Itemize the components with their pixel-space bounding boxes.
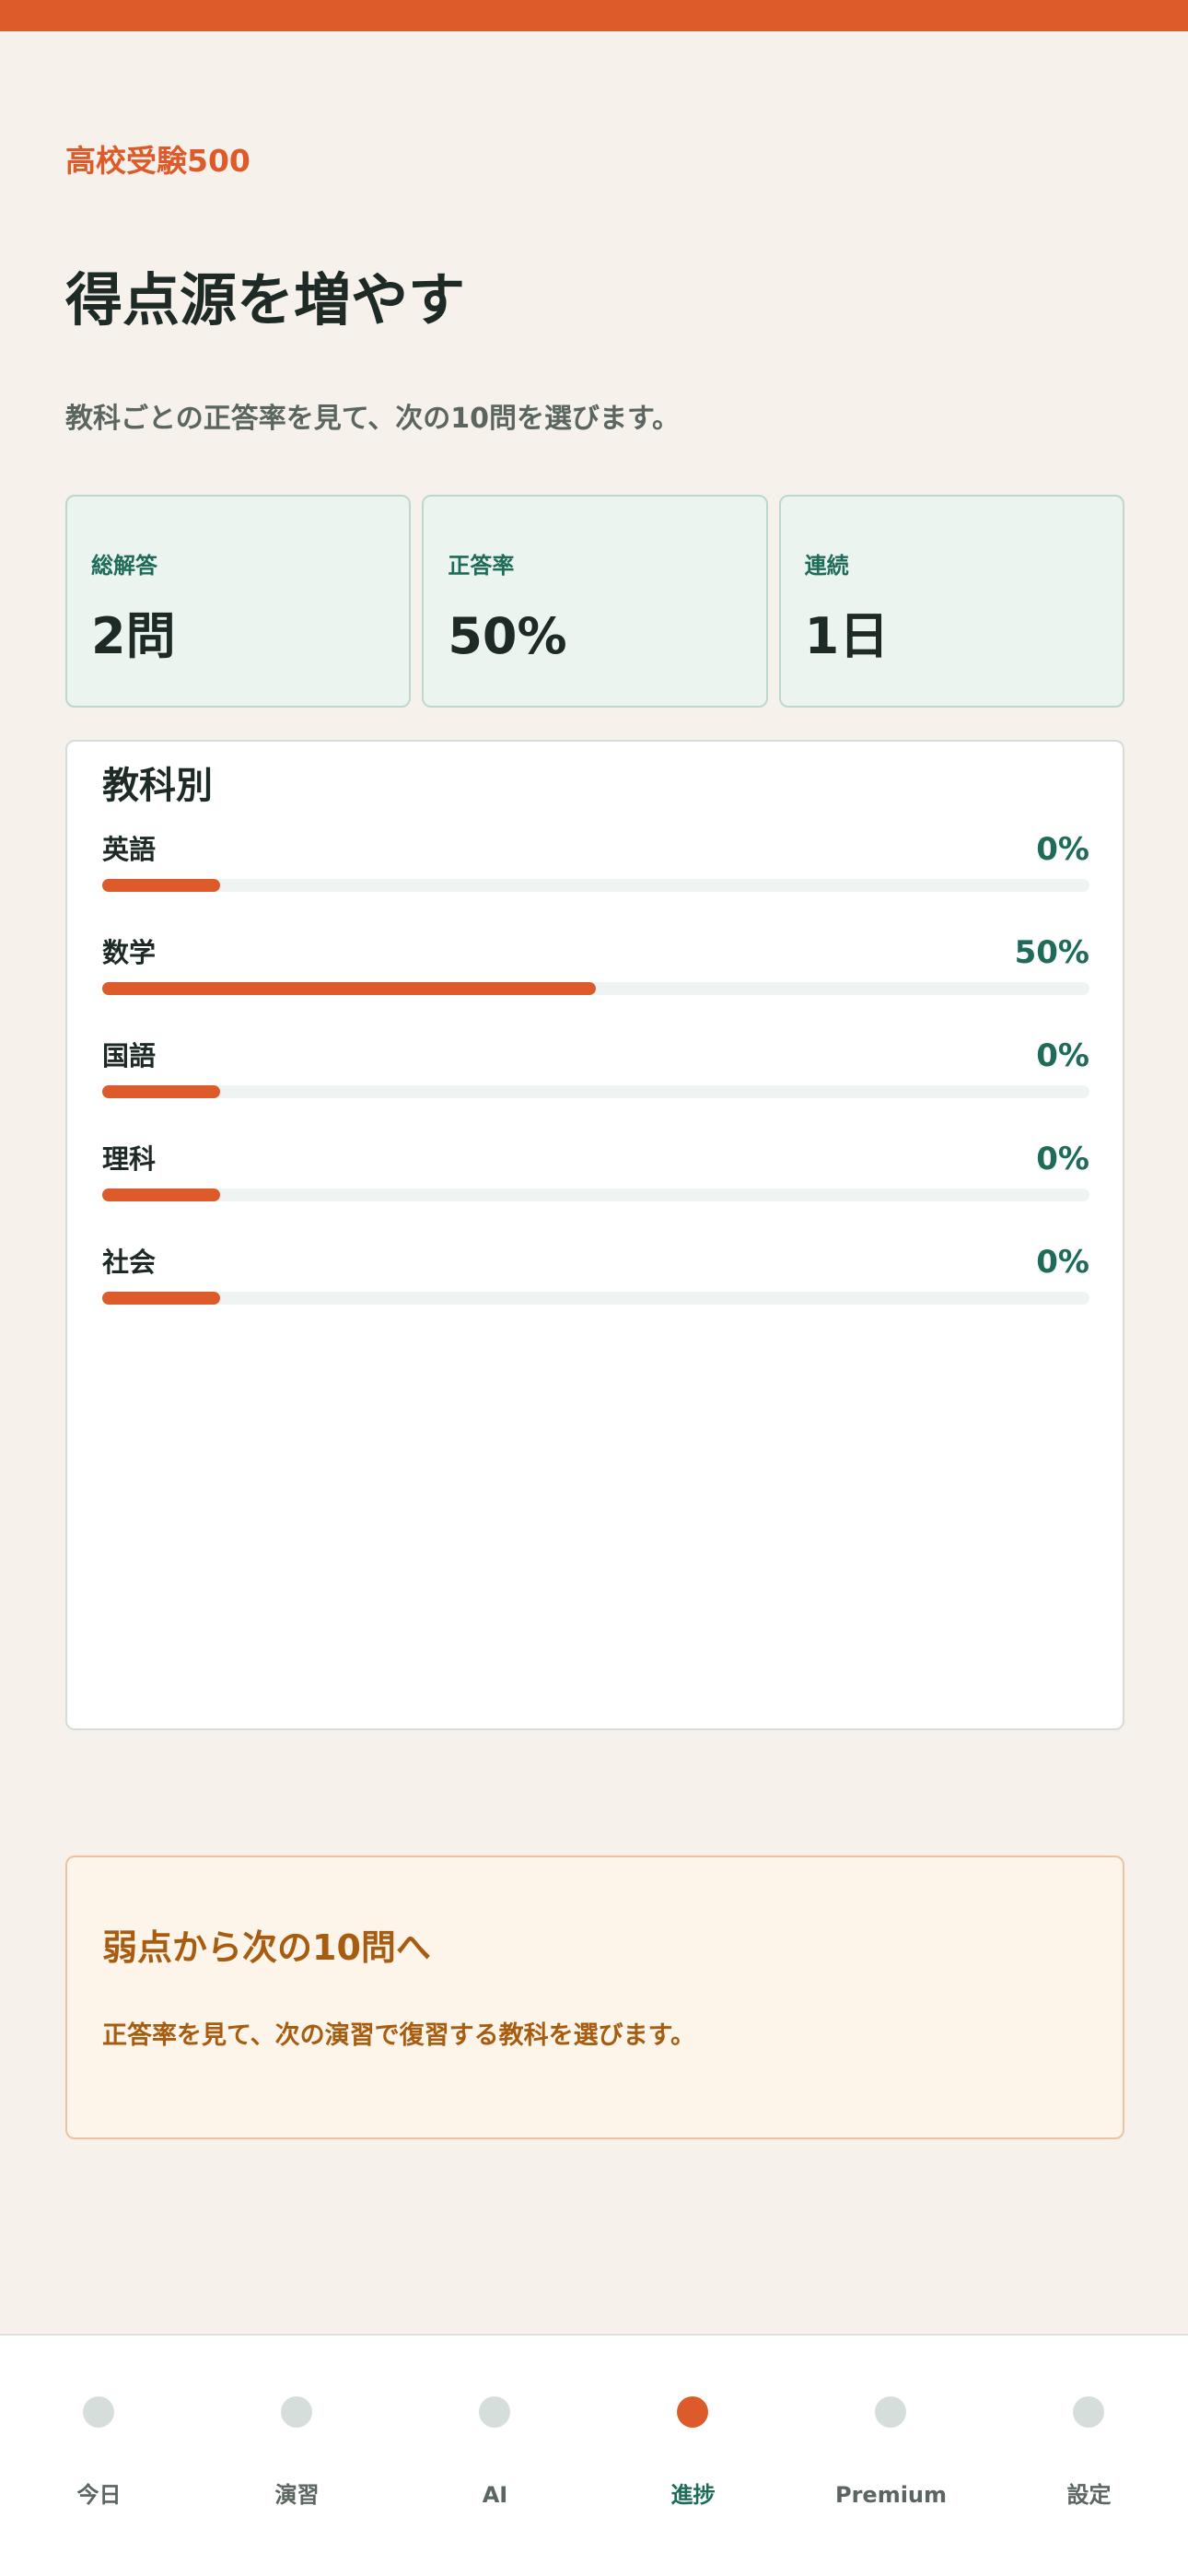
subject-percent: 0% (1036, 1037, 1089, 1074)
app-name: 高校受験500 (65, 143, 250, 179)
nav-item-ai[interactable]: AI (396, 2336, 594, 2576)
stat-label: 総解答 (91, 553, 157, 579)
top-accent-bar (0, 0, 1188, 31)
stat-card-total-answers: 総解答 2問 (65, 495, 412, 708)
nav-label: Premium (834, 2482, 948, 2508)
stat-value: 50% (448, 607, 567, 665)
subject-name: 社会 (102, 1247, 157, 1278)
page-subtitle: 教科ごとの正答率を見て、次の10問を選びます。 (65, 403, 680, 435)
subject-progress-track (102, 1188, 1089, 1201)
subject-percent: 50% (1014, 934, 1089, 971)
subject-progress-track (102, 879, 1089, 892)
dot-icon (83, 2396, 114, 2428)
tip-title: 弱点から次の10問へ (102, 1927, 431, 1968)
subject-progress-fill (102, 1188, 220, 1201)
subject-name: 英語 (102, 834, 157, 865)
dot-icon (875, 2396, 906, 2428)
dot-icon (677, 2396, 708, 2428)
stat-card-accuracy: 正答率 50% (422, 495, 768, 708)
subject-name: 数学 (102, 937, 157, 968)
nav-label: 演習 (274, 2482, 320, 2508)
subject-name: 理科 (102, 1143, 157, 1175)
subject-row-science: 理科 0% (102, 1141, 1089, 1214)
tip-body: 正答率を見て、次の演習で復習する教科を選びます。 (102, 2021, 695, 2050)
stat-value: 2問 (91, 607, 176, 665)
bottom-nav: 今日 演習 AI 進捗 Premium 設定 (0, 2334, 1188, 2576)
subject-percent: 0% (1036, 1244, 1089, 1281)
subject-progress-fill (102, 1292, 220, 1305)
nav-label: AI (482, 2482, 508, 2508)
nav-label: 進捗 (670, 2482, 716, 2508)
nav-label: 設定 (1066, 2482, 1112, 2508)
stat-label: 正答率 (448, 553, 515, 579)
subject-percent: 0% (1036, 1141, 1089, 1177)
nav-label: 今日 (76, 2482, 122, 2508)
subjects-title: 教科別 (102, 765, 213, 807)
subject-name: 国語 (102, 1040, 157, 1071)
nav-item-progress[interactable]: 進捗 (594, 2336, 792, 2576)
nav-item-practice[interactable]: 演習 (198, 2336, 396, 2576)
weakness-tip-card: 弱点から次の10問へ 正答率を見て、次の演習で復習する教科を選びます。 (65, 1856, 1124, 2139)
subject-progress-fill (102, 982, 596, 995)
stat-card-streak: 連続 1日 (778, 495, 1124, 708)
subject-row-math: 数学 50% (102, 934, 1089, 1008)
subject-progress-fill (102, 1085, 220, 1098)
subject-percent: 0% (1036, 831, 1089, 868)
subjects-card: 教科別 英語 0% 数学 50% 国語 0% 理科 0% 社会 0% (65, 740, 1124, 1730)
dot-icon (479, 2396, 510, 2428)
subject-progress-track (102, 1085, 1089, 1098)
subject-row-social: 社会 0% (102, 1244, 1089, 1317)
nav-item-settings[interactable]: 設定 (990, 2336, 1188, 2576)
subject-progress-track (102, 1292, 1089, 1305)
subject-row-english: 英語 0% (102, 831, 1089, 905)
nav-item-premium[interactable]: Premium (792, 2336, 990, 2576)
stat-label: 連続 (804, 553, 849, 579)
dot-icon (1073, 2396, 1104, 2428)
subject-progress-fill (102, 879, 220, 892)
stats-row: 総解答 2問 正答率 50% 連続 1日 (65, 495, 1124, 708)
subject-progress-track (102, 982, 1089, 995)
stat-value: 1日 (804, 607, 890, 665)
dot-icon (281, 2396, 312, 2428)
subject-row-japanese: 国語 0% (102, 1037, 1089, 1111)
nav-item-today[interactable]: 今日 (0, 2336, 198, 2576)
page-title: 得点源を増やす (65, 266, 466, 334)
